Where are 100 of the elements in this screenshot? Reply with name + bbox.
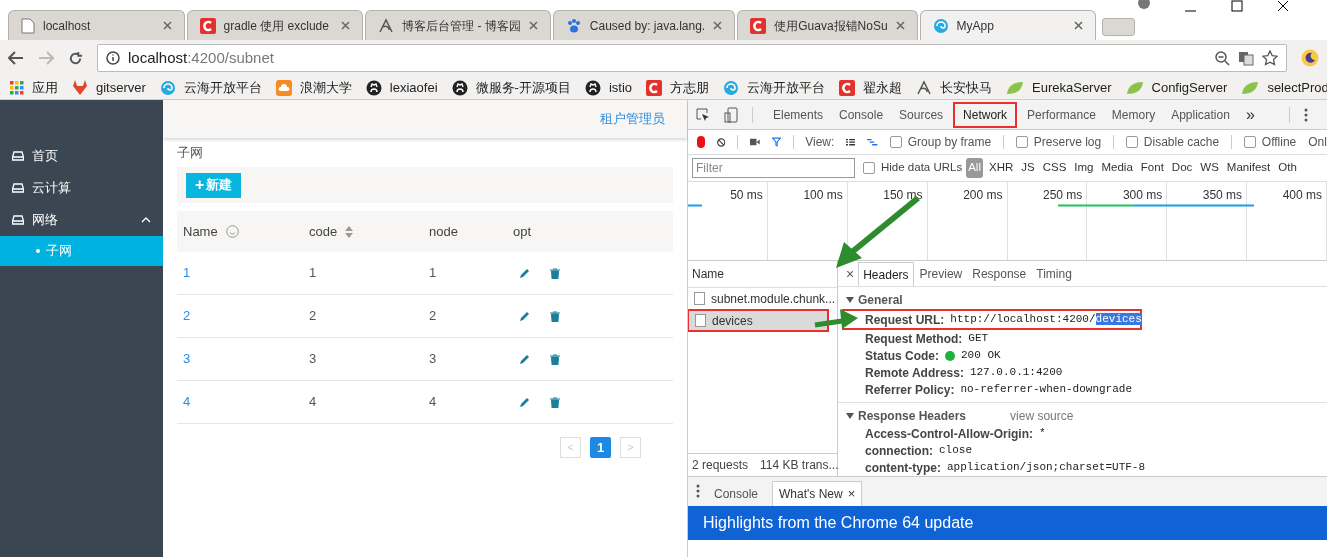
request-row[interactable]: devices	[689, 311, 827, 330]
browser-tab[interactable]: 博客后台管理 - 博客园	[365, 10, 551, 40]
view-source-link[interactable]: view source	[1010, 407, 1074, 425]
name-link[interactable]: 1	[177, 263, 309, 283]
profile-icon[interactable]	[1137, 0, 1151, 10]
devtools-tab[interactable]: Elements	[767, 103, 830, 126]
type-filter-button[interactable]: Font	[1138, 158, 1166, 178]
bookmark[interactable]: 应用	[10, 77, 58, 98]
checkbox[interactable]	[1015, 136, 1028, 148]
devtools-tab[interactable]: Memory	[1105, 103, 1162, 126]
type-filter-button[interactable]: Doc	[1169, 158, 1195, 178]
close-icon[interactable]	[1277, 0, 1289, 12]
bookmark[interactable]: ConfigServer	[1125, 77, 1228, 98]
bookmark-icon	[839, 79, 856, 96]
reload-icon[interactable]	[68, 50, 83, 66]
type-filter-button[interactable]: Manifest	[1224, 158, 1273, 178]
back-icon[interactable]	[8, 51, 24, 65]
address-bar[interactable]: localhost:4200/subnet	[97, 44, 1287, 72]
waterfall-icon[interactable]	[867, 136, 878, 148]
pencil-icon[interactable]	[519, 396, 530, 408]
sort-icon[interactable]	[345, 225, 354, 238]
page-button[interactable]: 1	[590, 437, 611, 458]
list-view-icon[interactable]	[846, 136, 856, 148]
bookmark[interactable]: istio	[584, 77, 633, 98]
devtools-tab[interactable]: Sources	[893, 103, 950, 126]
devtools-tab[interactable]: Application	[1165, 103, 1236, 126]
close-button[interactable]: ×	[844, 262, 857, 286]
browser-tab[interactable]: localhost	[8, 10, 185, 40]
bookmark[interactable]: 长安快马	[916, 77, 993, 98]
checkbox[interactable]	[1125, 136, 1138, 148]
filter-field[interactable]: Filter	[692, 158, 855, 178]
clear-icon[interactable]	[716, 135, 726, 149]
request-count: 2 requests	[692, 457, 749, 474]
type-filter-button[interactable]: WS	[1198, 158, 1221, 178]
moon-icon[interactable]	[1301, 49, 1319, 67]
favicon-icon	[565, 17, 582, 34]
inspect-icon[interactable]	[696, 107, 710, 122]
trash-icon[interactable]	[550, 310, 560, 322]
bookmark[interactable]: 云海开放平台	[723, 77, 826, 98]
type-filter-button[interactable]: JS	[1019, 158, 1037, 178]
drawer-tab[interactable]: What's New ×	[772, 481, 863, 506]
detail-tab[interactable]: Timing	[1032, 262, 1076, 286]
pencil-icon[interactable]	[519, 353, 530, 365]
bookmark[interactable]: 微服务-开源项目	[451, 77, 571, 98]
menu-icon[interactable]	[696, 484, 700, 498]
browser-tab[interactable]: MyApp	[919, 10, 1097, 40]
bookmark[interactable]: gitserver	[72, 77, 146, 98]
devtools-tab[interactable]: Console	[833, 103, 890, 126]
bookmark-icon	[159, 79, 176, 96]
bookmark[interactable]: lexiaofei	[365, 77, 438, 98]
browser-tab[interactable]: gradle 使用 exclude	[186, 10, 364, 40]
type-filter-button[interactable]: XHR	[986, 158, 1016, 178]
trash-icon[interactable]	[550, 353, 560, 365]
bookmark[interactable]: EurekaServer	[1006, 77, 1112, 98]
filter-icon[interactable]	[771, 135, 781, 149]
checkbox[interactable]	[889, 136, 902, 148]
device-icon[interactable]	[724, 106, 738, 123]
name-link[interactable]: 2	[177, 306, 309, 326]
checkbox[interactable]	[863, 162, 875, 174]
detail-tab[interactable]: Preview	[915, 262, 967, 286]
devtools-tab[interactable]: Performance	[1021, 103, 1102, 126]
bookmark[interactable]: 浪潮大学	[275, 77, 352, 98]
sidebar-item[interactable]: 云计算	[0, 172, 163, 204]
sidebar-item[interactable]: 网络	[0, 204, 163, 236]
disclosure-triangle-icon[interactable]	[846, 412, 854, 420]
maximize-icon[interactable]	[1231, 0, 1243, 12]
type-filter-button[interactable]: CSS	[1040, 158, 1069, 178]
more-tabs-button[interactable]: »	[1239, 102, 1261, 127]
detail-tab[interactable]: Headers	[858, 262, 914, 286]
type-filter-button[interactable]: Oth	[1276, 158, 1299, 178]
pencil-icon[interactable]	[519, 310, 530, 322]
bookmark[interactable]: 方志朋	[646, 77, 710, 98]
disclosure-triangle-icon[interactable]	[846, 296, 854, 304]
trash-icon[interactable]	[550, 396, 560, 408]
name-link[interactable]: 4	[177, 392, 309, 412]
name-link[interactable]: 3	[177, 349, 309, 369]
detail-tab[interactable]: Response	[968, 262, 1031, 286]
checkbox[interactable]	[1243, 136, 1256, 148]
close-button[interactable]: ×	[847, 484, 856, 504]
trash-icon[interactable]	[550, 267, 560, 279]
drawer-tab[interactable]: Console	[708, 481, 765, 506]
tab-title: Caused by: java.lang.	[589, 17, 706, 35]
favicon-icon	[378, 17, 395, 34]
translate-icon[interactable]	[1238, 50, 1254, 66]
zoom-out-icon[interactable]	[1215, 50, 1230, 66]
devtools-tab[interactable]: Network	[957, 103, 1014, 126]
online-select[interactable]: Onl	[1308, 133, 1327, 151]
sidebar-item[interactable]: 首页	[0, 140, 163, 172]
star-icon[interactable]	[1262, 50, 1278, 66]
type-filter-button[interactable]: Media	[1099, 158, 1135, 178]
pencil-icon[interactable]	[519, 267, 530, 279]
menu-icon[interactable]	[1303, 107, 1308, 122]
bookmark[interactable]: 云海开放平台	[159, 77, 262, 98]
type-filter-button[interactable]: Img	[1072, 158, 1096, 178]
browser-tab[interactable]: 使用Guava报错NoSu	[737, 10, 918, 40]
request-row[interactable]: subnet.module.chunk...	[688, 289, 837, 308]
bookmark[interactable]: 翟永超	[839, 77, 903, 98]
record-icon[interactable]	[697, 136, 705, 148]
browser-tab[interactable]: Caused by: java.lang.	[552, 10, 736, 40]
camera-icon[interactable]	[749, 137, 760, 147]
